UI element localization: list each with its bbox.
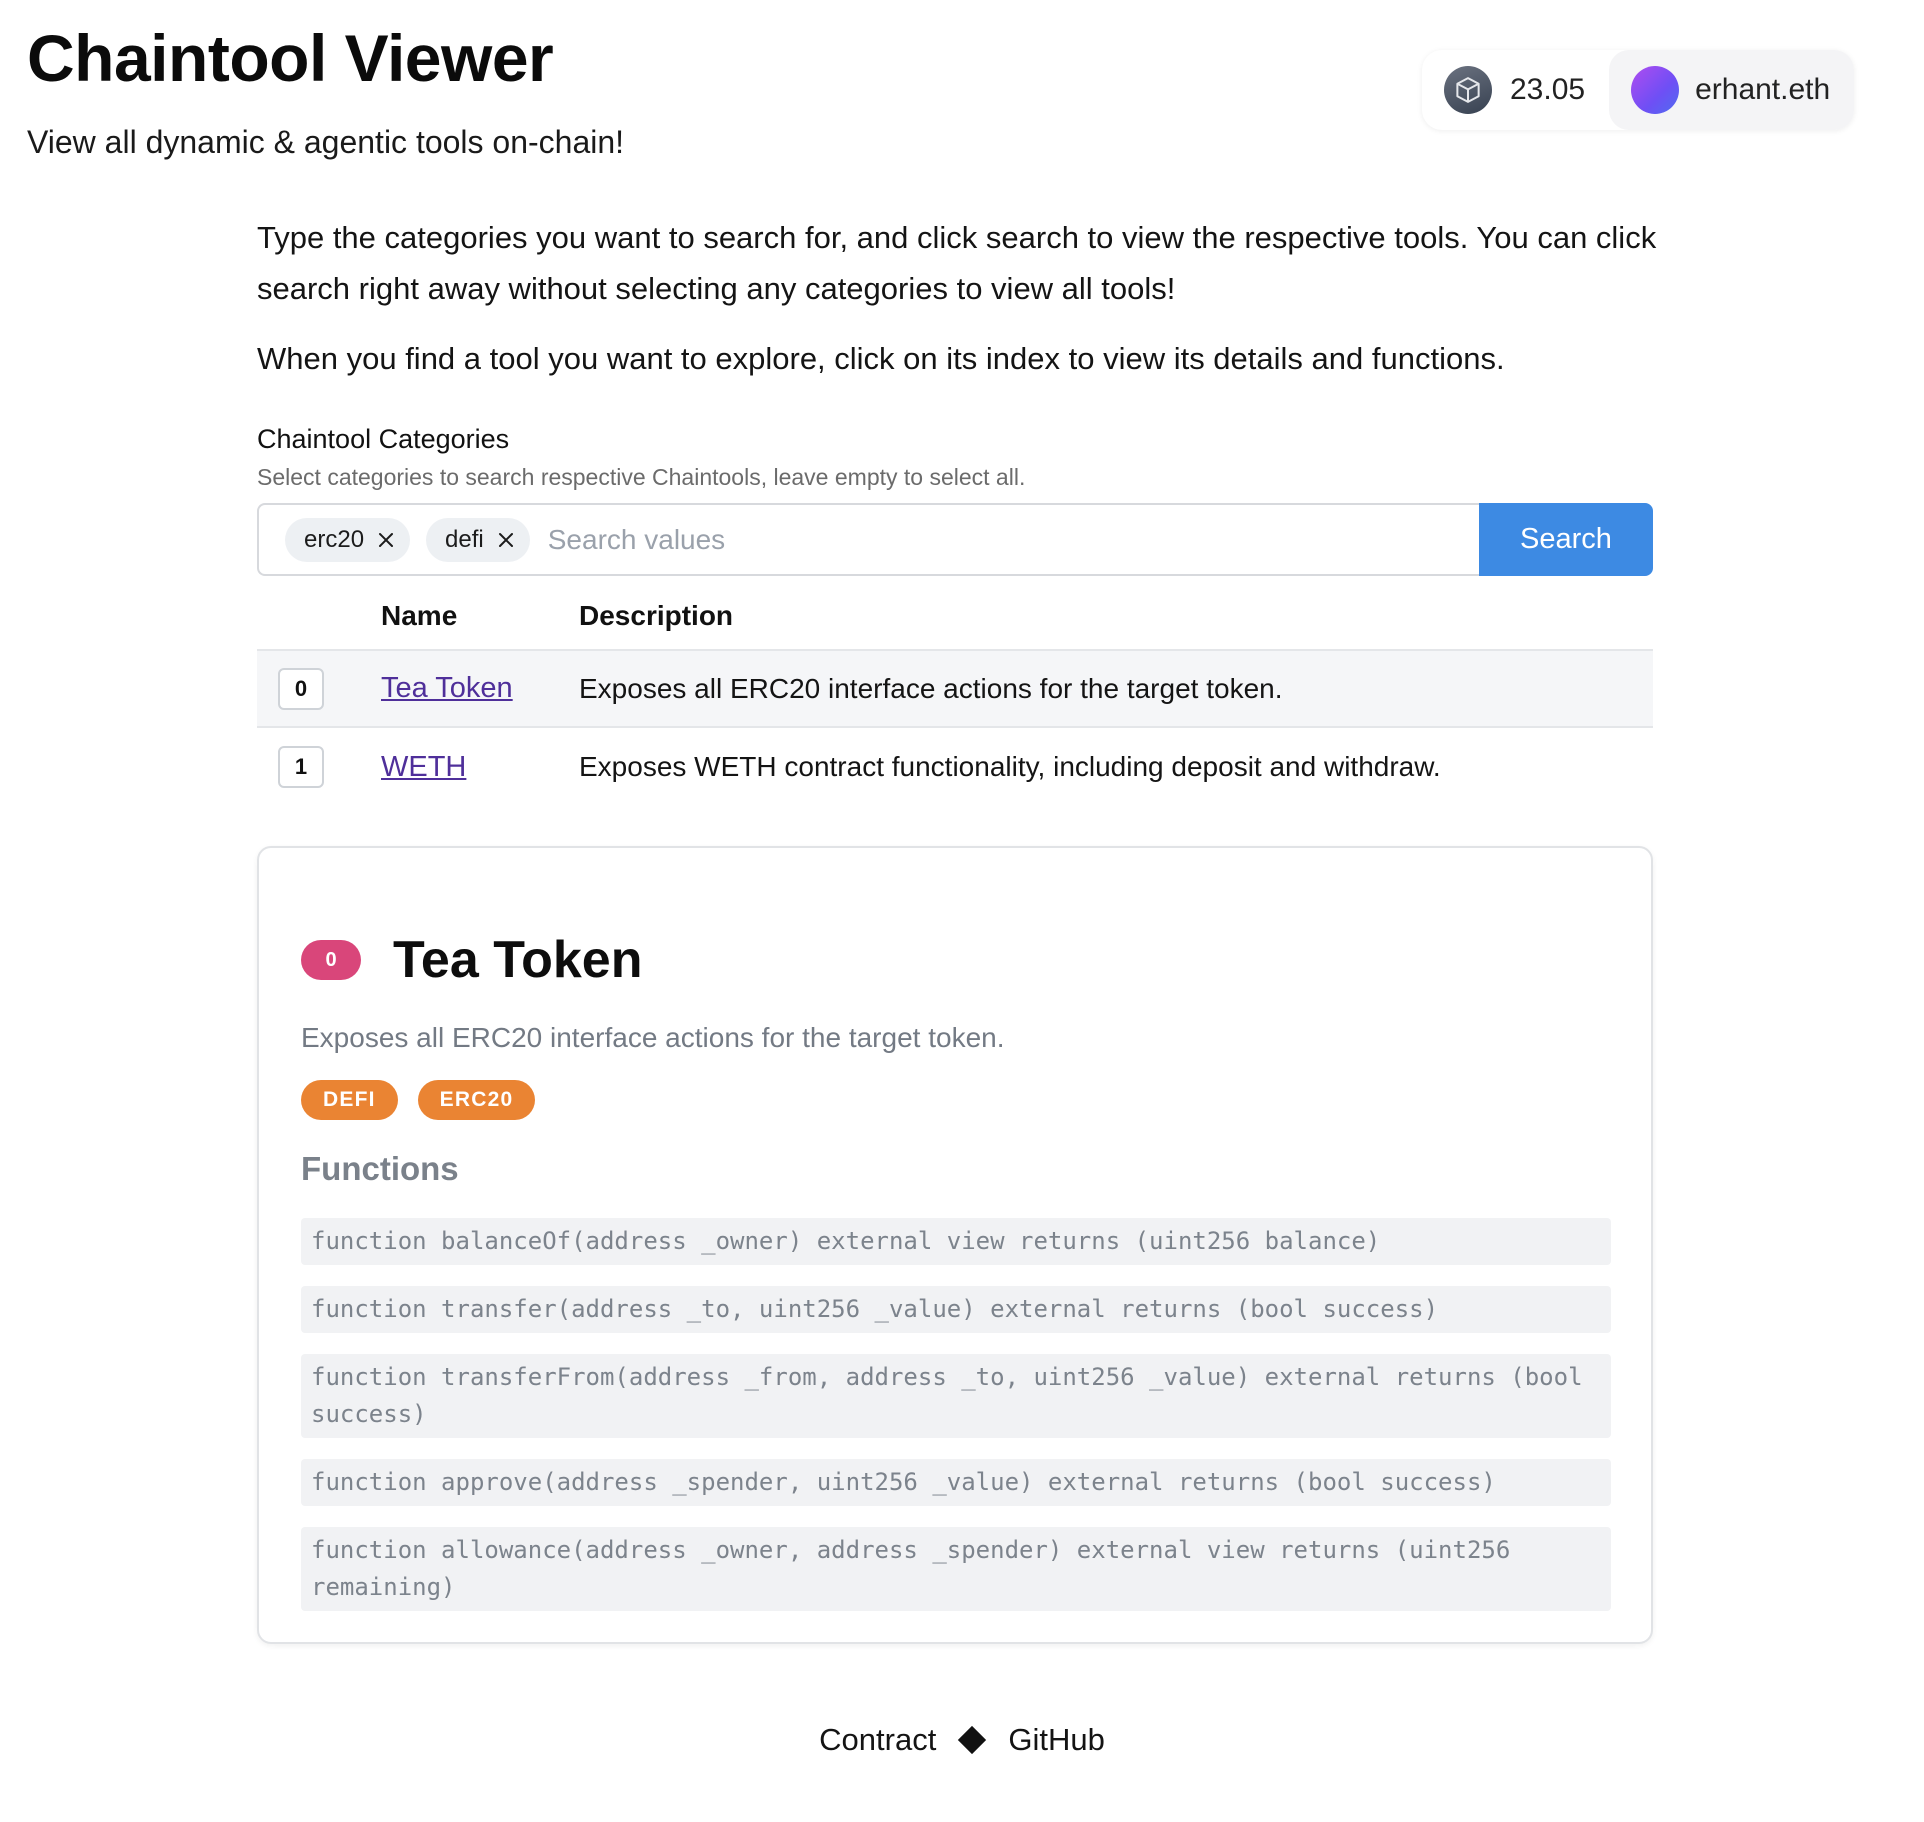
cube-icon	[1444, 66, 1492, 114]
intro-paragraph-1: Type the categories you want to search f…	[257, 220, 1657, 306]
chain-balance-button[interactable]: 23.05	[1422, 50, 1609, 130]
category-chip-defi: defi	[426, 517, 530, 562]
app-title: Chaintool Viewer	[27, 21, 554, 95]
wallet-widget: 23.05 erhant.eth	[1422, 50, 1855, 130]
categories-help-text: Select categories to search respective C…	[257, 464, 1026, 490]
table-row: 1 WETH Exposes WETH contract functionali…	[257, 727, 1653, 806]
table-header-row: Name Description	[257, 582, 1653, 651]
chip-label: defi	[445, 525, 484, 553]
column-header-description: Description	[579, 582, 1653, 651]
functions-heading: Functions	[301, 1150, 459, 1187]
intro-paragraph-2: When you find a tool you want to explore…	[257, 341, 1505, 376]
category-tag-input[interactable]: erc20 defi	[257, 503, 1479, 576]
tool-name-link[interactable]: WETH	[381, 751, 466, 783]
app-subtitle: View all dynamic & agentic tools on-chai…	[27, 124, 625, 160]
detail-title: Tea Token	[393, 931, 643, 989]
functions-list: function balanceOf(address _owner) exter…	[301, 1218, 1611, 1611]
function-signature: function allowance(address _owner, addre…	[301, 1527, 1611, 1611]
detail-header: 0 Tea Token	[301, 930, 642, 990]
column-header-name: Name	[381, 582, 579, 651]
github-link[interactable]: GitHub	[1008, 1722, 1104, 1758]
search-button[interactable]: Search	[1479, 503, 1653, 576]
function-signature: function balanceOf(address _owner) exter…	[301, 1218, 1611, 1265]
index-button[interactable]: 0	[278, 667, 324, 710]
index-button[interactable]: 1	[278, 746, 324, 788]
chip-label: erc20	[304, 525, 365, 553]
column-header-index	[257, 582, 381, 651]
intro: Type the categories you want to search f…	[257, 212, 1657, 384]
page: Chaintool Viewer View all dynamic & agen…	[0, 0, 1924, 1822]
category-search-input[interactable]	[547, 523, 1479, 556]
contract-link[interactable]: Contract	[819, 1722, 936, 1758]
tools-table: Name Description 0 Tea Token Exposes all…	[257, 582, 1653, 806]
category-tag-defi: DEFI	[301, 1080, 398, 1120]
avatar	[1631, 66, 1680, 114]
close-icon[interactable]	[376, 530, 396, 550]
close-icon[interactable]	[496, 530, 516, 550]
category-tags: DEFI ERC20	[301, 1080, 536, 1120]
table-row: 0 Tea Token Exposes all ERC20 interface …	[257, 650, 1653, 728]
footer: Contract GitHub	[0, 1722, 1924, 1758]
diamond-icon	[958, 1725, 987, 1755]
account-name: erhant.eth	[1695, 73, 1831, 106]
tool-name-link[interactable]: Tea Token	[381, 672, 513, 704]
tool-detail-card: 0 Tea Token Exposes all ERC20 interface …	[257, 846, 1653, 1644]
account-button[interactable]: erhant.eth	[1609, 50, 1855, 130]
wallet-balance-value: 23.05	[1510, 73, 1586, 106]
tool-description: Exposes all ERC20 interface actions for …	[579, 650, 1653, 728]
categories-label: Chaintool Categories	[257, 424, 510, 454]
category-chip-erc20: erc20	[285, 517, 411, 562]
tool-description: Exposes WETH contract functionality, inc…	[579, 751, 1441, 782]
function-signature: function approve(address _spender, uint2…	[301, 1459, 1611, 1506]
function-signature: function transferFrom(address _from, add…	[301, 1354, 1611, 1438]
function-signature: function transfer(address _to, uint256 _…	[301, 1286, 1611, 1333]
category-tag-erc20: ERC20	[417, 1080, 536, 1120]
index-badge: 0	[301, 940, 361, 980]
category-search-bar: erc20 defi Search	[257, 503, 1653, 576]
detail-description: Exposes all ERC20 interface actions for …	[301, 1022, 1005, 1053]
